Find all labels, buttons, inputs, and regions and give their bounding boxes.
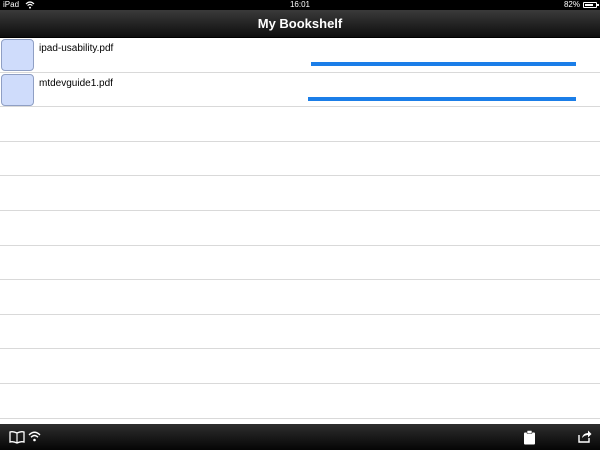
empty-list-row bbox=[0, 349, 600, 384]
battery-fill bbox=[585, 4, 594, 6]
file-name[interactable]: mtdevguide1.pdf bbox=[39, 78, 113, 89]
download-progress-bar bbox=[308, 62, 576, 66]
empty-list-row bbox=[0, 107, 600, 142]
library-icon[interactable] bbox=[9, 430, 25, 444]
page-title: My Bookshelf bbox=[257, 16, 343, 31]
empty-list-row bbox=[0, 210, 600, 246]
file-row[interactable]: mtdevguide1.pdf bbox=[0, 72, 600, 108]
file-thumbnail[interactable] bbox=[1, 39, 34, 71]
empty-list-row bbox=[0, 383, 600, 419]
navigation-bar: My Bookshelf bbox=[0, 10, 600, 38]
file-row[interactable]: ipad-usability.pdf bbox=[0, 38, 600, 73]
progress-fill bbox=[308, 96, 576, 101]
bookshelf-list[interactable]: ipad-usability.pdf mtdevguide1.pdf bbox=[0, 38, 600, 424]
share-icon[interactable] bbox=[578, 430, 592, 443]
clipboard-icon[interactable] bbox=[523, 430, 536, 445]
empty-rows bbox=[0, 107, 600, 419]
status-bar: iPad 16:01 82% bbox=[0, 0, 600, 10]
file-name[interactable]: ipad-usability.pdf bbox=[39, 43, 113, 54]
download-progress-bar bbox=[308, 96, 576, 101]
empty-list-row bbox=[0, 141, 600, 177]
empty-list-row bbox=[0, 176, 600, 211]
empty-list-row bbox=[0, 245, 600, 281]
file-thumbnail[interactable] bbox=[1, 73, 34, 106]
battery-icon bbox=[583, 2, 599, 8]
empty-list-row bbox=[0, 314, 600, 350]
clock: 16:01 bbox=[289, 0, 311, 9]
bottom-toolbar bbox=[0, 424, 600, 450]
empty-list-row bbox=[0, 280, 600, 315]
wifi-icon[interactable] bbox=[28, 430, 41, 442]
battery-percentage: 82% bbox=[563, 0, 580, 9]
progress-fill bbox=[310, 62, 576, 66]
